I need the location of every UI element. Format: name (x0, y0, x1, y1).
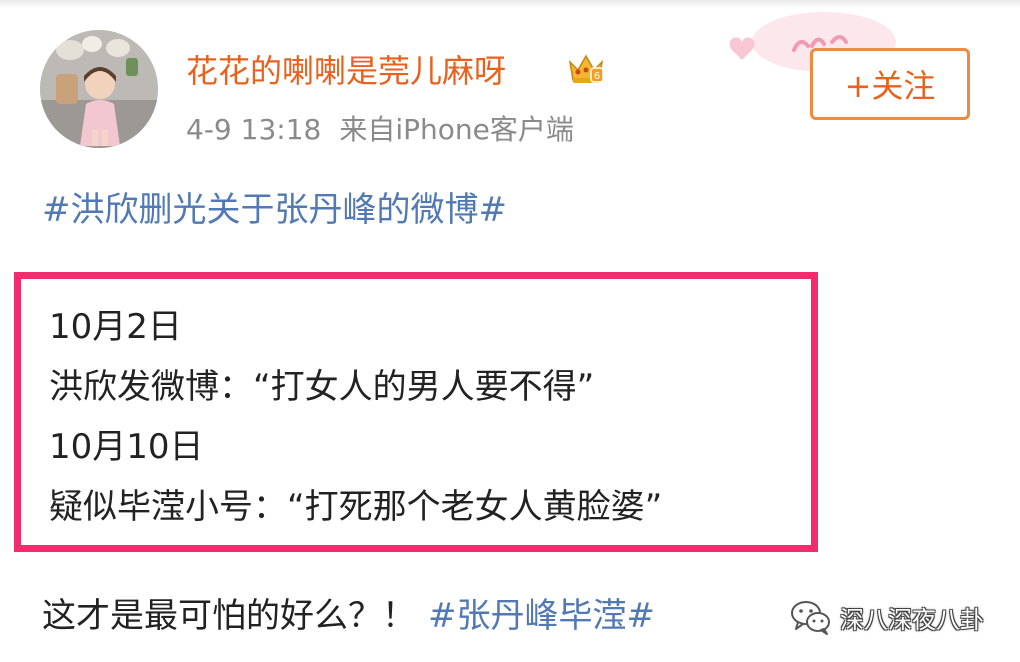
avatar-photo-icon (40, 30, 158, 148)
highlight-line: 洪欣发微博：“打女人的男人要不得” (49, 367, 595, 407)
author-name[interactable]: 花花的喇喇是莞儿麻呀 (186, 46, 506, 92)
post-meta: 4-9 13:18 来自iPhone客户端 (186, 108, 574, 148)
highlight-line: 10月10日 (49, 427, 204, 467)
post-source: 来自iPhone客户端 (339, 113, 574, 146)
post-comment: 这才是最可怕的好么？！ #张丹峰毕滢# (42, 588, 655, 637)
watermark-text: 深八深夜八卦 (840, 605, 984, 634)
post-time: 4-9 13:18 (186, 113, 322, 146)
crown-icon[interactable]: 6 (566, 52, 606, 86)
weibo-post-screenshot: 花花的喇喇是莞儿麻呀 6 4-9 13:18 来自iPhone客户端 +关注 #洪… (0, 0, 1020, 662)
avatar[interactable] (40, 30, 158, 148)
wechat-icon (791, 601, 830, 635)
watermark: 深八深夜八卦 (790, 597, 984, 637)
follow-button[interactable]: +关注 (810, 48, 970, 120)
comment-hashtag-link[interactable]: #张丹峰毕滢# (428, 596, 655, 636)
highlight-line: 疑似毕滢小号：“打死那个老女人黄脸婆” (49, 487, 663, 527)
topic-hashtag-link[interactable]: #洪欣删光关于张丹峰的微博# (42, 182, 507, 231)
highlight-line: 10月2日 (49, 307, 182, 347)
comment-text: 这才是最可怕的好么？！ (42, 596, 416, 636)
svg-text:6: 6 (594, 71, 600, 82)
highlight-box: 10月2日 洪欣发微博：“打女人的男人要不得” 10月10日 疑似毕滢小号：“打… (14, 272, 818, 552)
